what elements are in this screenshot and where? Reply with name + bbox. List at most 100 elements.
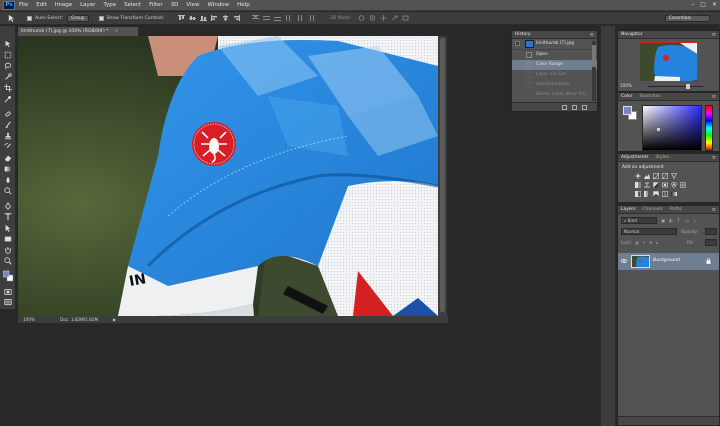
history-source-icon[interactable] bbox=[515, 41, 520, 46]
close-button[interactable]: ✕ bbox=[712, 1, 717, 8]
history-scrollbar[interactable] bbox=[592, 41, 596, 101]
color-picker-cursor[interactable] bbox=[657, 128, 660, 131]
tab-channels[interactable]: Channels bbox=[643, 206, 663, 213]
align-right-icon[interactable] bbox=[233, 15, 240, 21]
visibility-eye-icon[interactable] bbox=[621, 258, 627, 264]
hue-slider[interactable] bbox=[705, 105, 713, 151]
panel-menu-icon[interactable]: ≡ bbox=[590, 31, 594, 39]
menu-image[interactable]: Image bbox=[55, 2, 72, 8]
menu-layer[interactable]: Layer bbox=[80, 2, 95, 8]
slide-3d-icon[interactable] bbox=[391, 15, 398, 21]
menu-file[interactable]: File bbox=[19, 2, 28, 8]
auto-select-checkbox[interactable] bbox=[27, 15, 32, 21]
layer-background[interactable]: Background bbox=[618, 253, 719, 270]
document-tab[interactable]: limithumb (7).jpg @ 100% (RGB/8#) * × bbox=[18, 27, 138, 36]
menu-select[interactable]: Select bbox=[124, 2, 141, 8]
brightness-contrast-icon[interactable] bbox=[635, 173, 641, 179]
hue-saturation-icon[interactable] bbox=[635, 182, 641, 188]
vibrance-icon[interactable] bbox=[671, 173, 677, 179]
zoom-tool-icon[interactable] bbox=[3, 257, 13, 265]
hand-tool-icon[interactable] bbox=[3, 246, 13, 254]
history-step[interactable]: Open bbox=[512, 50, 597, 60]
navigator-zoom-slider[interactable] bbox=[648, 84, 703, 89]
align-vcenter-icon[interactable] bbox=[188, 15, 196, 21]
history-step[interactable]: Hue/Saturation bbox=[512, 80, 597, 90]
layer-filter-dropdown[interactable]: ⌕ Kind bbox=[621, 217, 657, 224]
fill-input[interactable] bbox=[705, 239, 717, 246]
gradient-tool-icon[interactable] bbox=[3, 165, 13, 173]
shape-filter-icon[interactable]: ▭ bbox=[685, 217, 689, 224]
quick-selection-tool-icon[interactable] bbox=[3, 73, 13, 81]
menu-3d[interactable]: 3D bbox=[171, 2, 179, 8]
delete-state-icon[interactable] bbox=[582, 105, 587, 110]
close-tab-icon[interactable]: × bbox=[115, 29, 119, 34]
quick-mask-icon[interactable] bbox=[3, 288, 13, 296]
exposure-icon[interactable] bbox=[662, 173, 668, 179]
menu-edit[interactable]: Edit bbox=[36, 2, 47, 8]
lock-transparent-icon[interactable]: ▦ bbox=[635, 239, 639, 246]
distribute-right-icon[interactable] bbox=[307, 15, 314, 21]
minimize-button[interactable]: – bbox=[691, 1, 694, 8]
show-transform-checkbox[interactable] bbox=[98, 15, 104, 21]
distribute-vcenter-icon[interactable] bbox=[262, 15, 270, 21]
align-top-icon[interactable] bbox=[177, 15, 185, 21]
color-lookup-icon[interactable] bbox=[680, 182, 686, 188]
distribute-bottom-icon[interactable] bbox=[273, 15, 281, 21]
color-picker-field[interactable] bbox=[642, 105, 702, 151]
auto-select-dropdown[interactable]: Group bbox=[67, 14, 89, 22]
foreground-color-swatch[interactable] bbox=[623, 106, 632, 115]
color-balance-icon[interactable] bbox=[644, 182, 650, 188]
adjustment-filter-icon[interactable]: ◐ bbox=[669, 217, 673, 224]
selective-color-icon[interactable] bbox=[662, 191, 668, 197]
history-step[interactable]: Delete Layer (New Art) bbox=[512, 90, 597, 100]
menu-help[interactable]: Help bbox=[237, 2, 250, 8]
roll-3d-icon[interactable] bbox=[369, 15, 376, 21]
lock-position-icon[interactable]: ✥ bbox=[649, 239, 653, 246]
eraser-tool-icon[interactable] bbox=[3, 154, 13, 162]
distribute-hcenter-icon[interactable] bbox=[296, 15, 303, 21]
menu-type[interactable]: Type bbox=[103, 2, 116, 8]
tab-adjustments[interactable]: Adjustments bbox=[621, 154, 649, 161]
screen-mode-icon[interactable] bbox=[3, 298, 13, 306]
panel-menu-icon[interactable]: ≡ bbox=[712, 206, 716, 214]
channel-mixer-icon[interactable] bbox=[671, 182, 677, 188]
tab-swatches[interactable]: Swatches bbox=[639, 93, 660, 100]
navigator-thumbnail[interactable] bbox=[639, 42, 698, 82]
tab-paths[interactable]: Paths bbox=[670, 206, 682, 213]
photo-filter-icon[interactable] bbox=[662, 182, 668, 188]
black-white-icon[interactable] bbox=[653, 182, 659, 188]
history-step-selected[interactable]: Color Range bbox=[512, 60, 597, 70]
type-filter-icon[interactable]: T bbox=[677, 217, 680, 224]
pen-tool-icon[interactable] bbox=[3, 202, 13, 210]
foreground-background-color-icon[interactable] bbox=[3, 270, 13, 284]
healing-brush-tool-icon[interactable] bbox=[3, 110, 13, 118]
lock-all-icon[interactable]: 🔒︎ bbox=[656, 239, 658, 246]
history-brush-tool-icon[interactable] bbox=[3, 143, 13, 151]
dodge-tool-icon[interactable] bbox=[3, 187, 13, 195]
panel-menu-icon[interactable]: ≡ bbox=[712, 93, 716, 101]
threshold-icon[interactable] bbox=[653, 191, 659, 197]
tab-history[interactable]: History bbox=[515, 31, 531, 38]
clone-stamp-tool-icon[interactable] bbox=[3, 132, 13, 140]
marquee-tool-icon[interactable] bbox=[3, 51, 13, 59]
history-scrollbar-thumb[interactable] bbox=[592, 45, 596, 67]
maximize-button[interactable]: □ bbox=[700, 1, 706, 8]
scale-3d-icon[interactable] bbox=[402, 15, 409, 21]
canvas-photo[interactable]: IN bbox=[18, 36, 438, 316]
curves-icon[interactable] bbox=[653, 173, 659, 179]
status-menu-icon[interactable]: ▶ bbox=[113, 316, 116, 323]
tab-navigator[interactable]: Navigator bbox=[621, 31, 642, 38]
lasso-tool-icon[interactable] bbox=[3, 62, 13, 70]
blend-mode-dropdown[interactable]: Normal bbox=[621, 228, 677, 235]
tab-layers[interactable]: Layers bbox=[621, 206, 636, 213]
align-left-icon[interactable] bbox=[210, 15, 218, 21]
pan-3d-icon[interactable] bbox=[380, 15, 387, 21]
eyedropper-tool-icon[interactable] bbox=[3, 95, 13, 103]
invert-icon[interactable] bbox=[635, 191, 641, 197]
history-snapshot[interactable]: limithumb (7).jpg bbox=[512, 39, 597, 50]
align-hcenter-icon[interactable] bbox=[222, 15, 229, 21]
navigator-zoom-value[interactable]: 100% bbox=[620, 83, 632, 88]
menu-filter[interactable]: Filter bbox=[149, 2, 163, 8]
gradient-map-icon[interactable] bbox=[671, 191, 677, 197]
panel-menu-icon[interactable]: ≡ bbox=[712, 31, 716, 39]
